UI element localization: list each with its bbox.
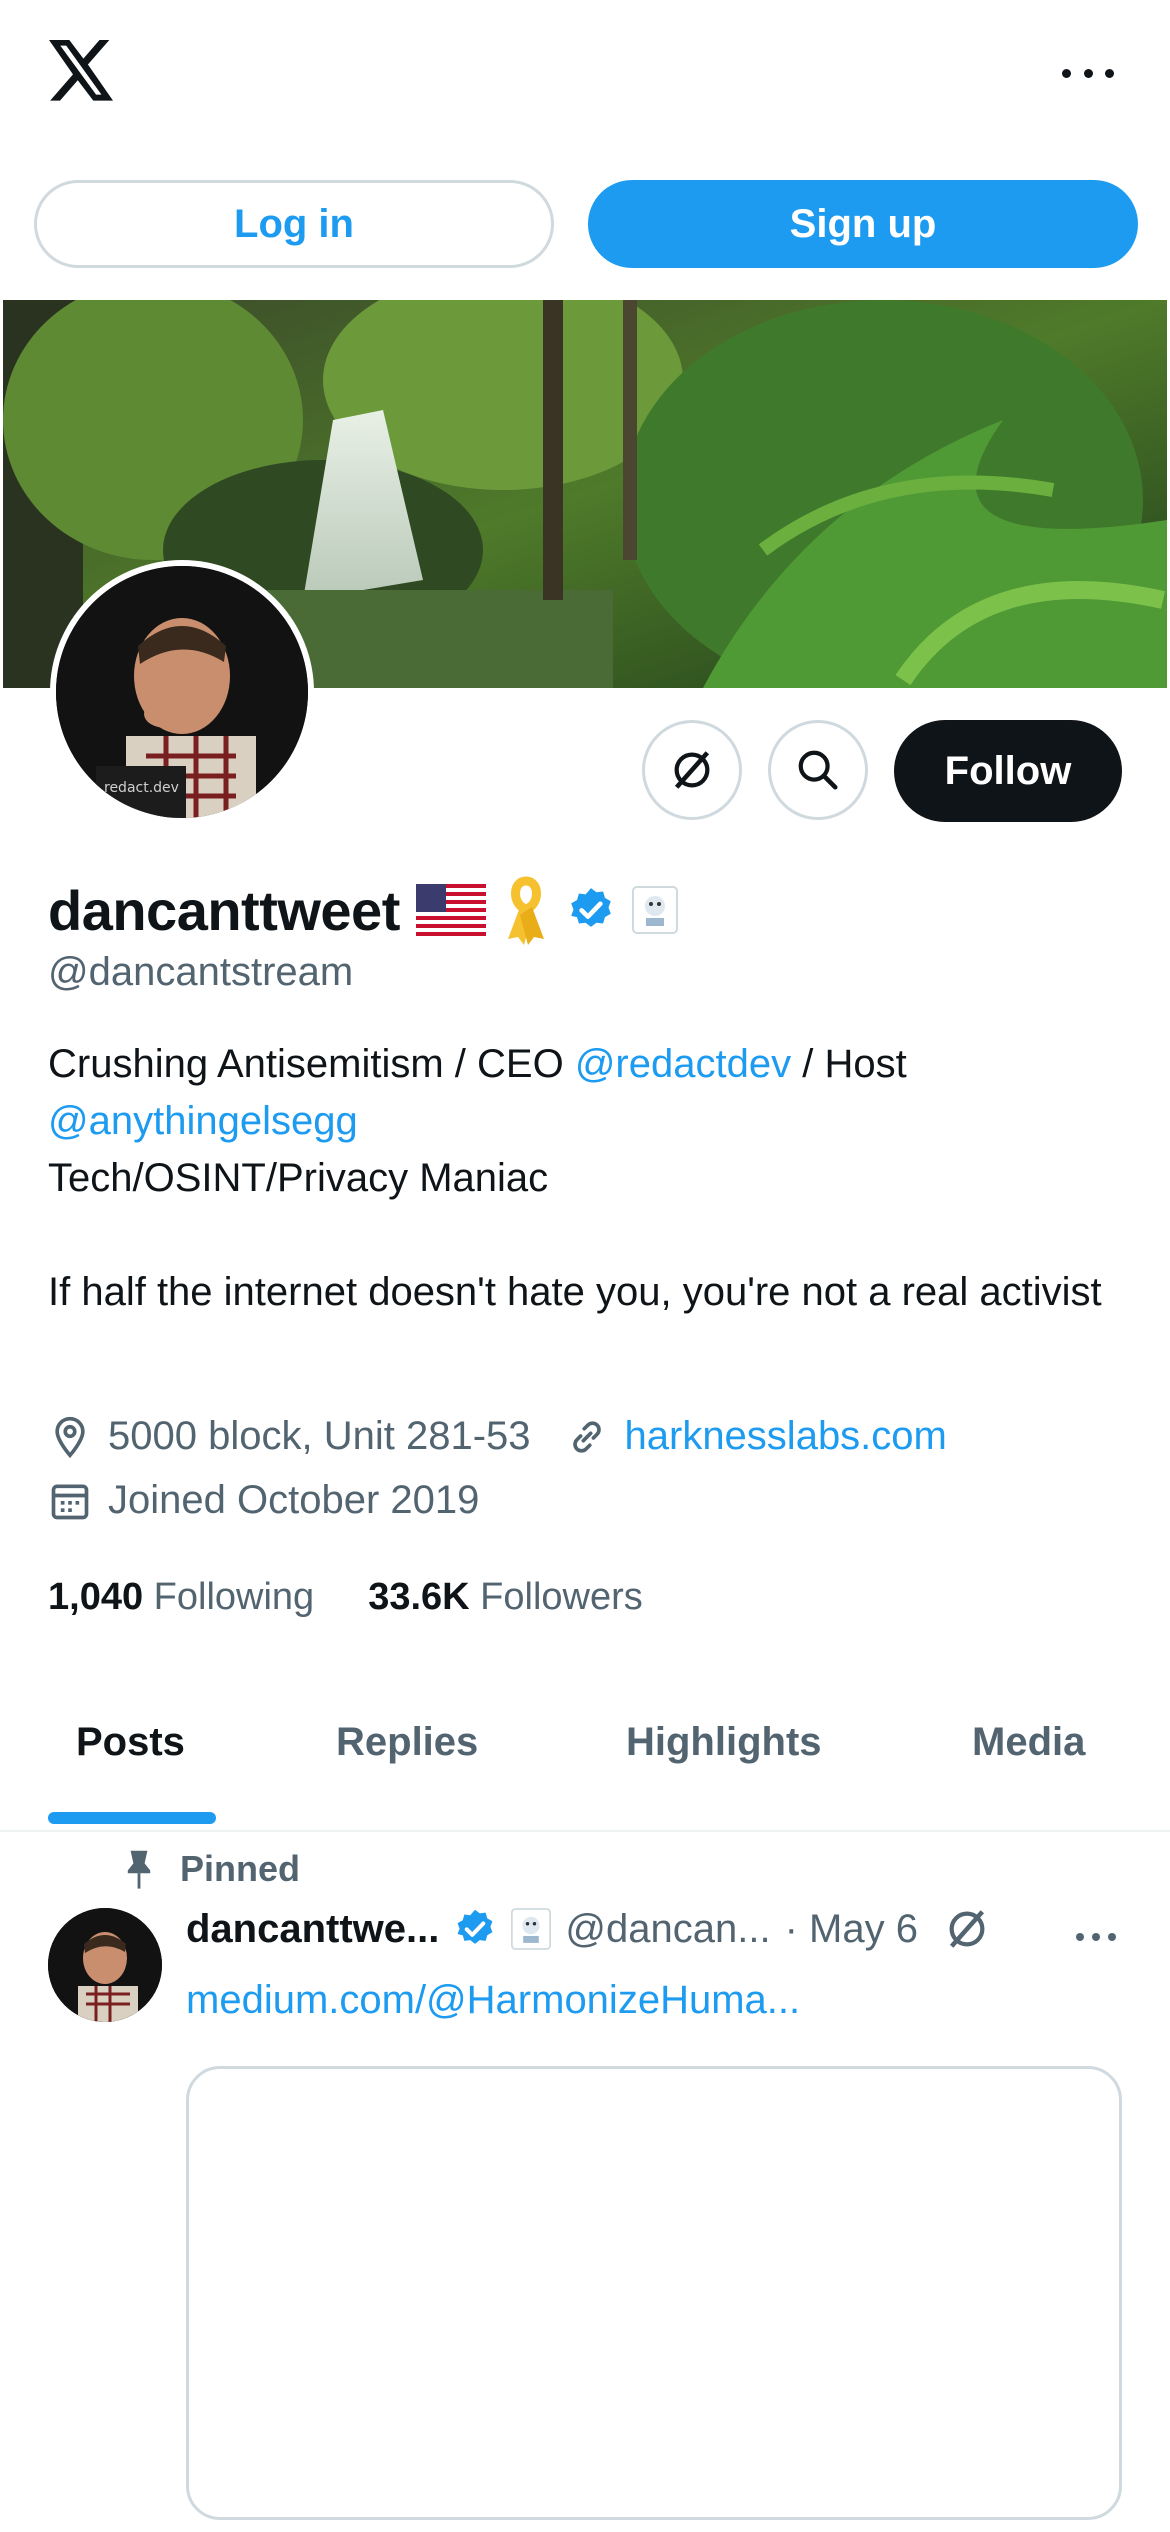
profile-tabs: Posts Replies Highlights Media xyxy=(0,1690,1170,1832)
profile-bio: Crushing Antisemitism / CEO @redactdev /… xyxy=(48,1036,1108,1321)
display-name: dancanttweet xyxy=(48,878,400,942)
pinned-indicator: Pinned xyxy=(122,1848,300,1890)
tab-replies[interactable]: Replies xyxy=(336,1720,478,1765)
following-label: Following xyxy=(153,1576,315,1618)
verified-badge-icon[interactable] xyxy=(453,1907,497,1951)
post-author-name[interactable]: dancanttwe... xyxy=(186,1907,439,1952)
profile-meta-joined: Joined October 2019 xyxy=(48,1478,479,1523)
location-text: 5000 block, Unit 281-53 xyxy=(108,1414,531,1458)
followers-link[interactable]: 33.6K Followers xyxy=(368,1576,643,1619)
joined-text: Joined October 2019 xyxy=(108,1478,480,1522)
post-avatar[interactable] xyxy=(48,1908,162,2022)
bio-text: Crushing Antisemitism / CEO xyxy=(48,1042,575,1086)
following-count: 1,040 xyxy=(48,1576,144,1618)
pinned-label: Pinned xyxy=(180,1848,301,1889)
affiliate-badge-icon[interactable] xyxy=(511,1908,552,1950)
grok-button[interactable] xyxy=(642,720,742,820)
mention-link-redactdev[interactable]: @redactdev xyxy=(575,1042,791,1086)
profile-stats: 1,040 Following 33.6K Followers xyxy=(48,1576,643,1619)
profile-avatar[interactable]: redact.dev xyxy=(50,560,314,824)
login-button[interactable]: Log in xyxy=(34,180,554,268)
grok-icon xyxy=(674,751,710,789)
post-header: dancanttwe... @dancan... · May 6 xyxy=(186,1906,990,1952)
profile-handle: @dancantstream xyxy=(48,950,354,994)
calendar-icon xyxy=(51,1484,89,1519)
link-icon xyxy=(572,1420,601,1453)
search-icon xyxy=(798,750,838,790)
tab-media[interactable]: Media xyxy=(972,1720,1085,1765)
verified-badge-icon[interactable] xyxy=(566,885,616,935)
tab-highlights[interactable]: Highlights xyxy=(626,1720,822,1765)
top-bar xyxy=(0,0,1170,160)
bio-text: / Host xyxy=(791,1042,907,1086)
yellow-ribbon-icon xyxy=(507,876,544,945)
profile-name-row: dancanttweet xyxy=(48,870,678,950)
post-more-icon[interactable] xyxy=(1076,1932,1116,1942)
more-icon[interactable] xyxy=(1062,58,1114,88)
follow-button[interactable]: Follow xyxy=(894,720,1122,822)
us-flag-icon xyxy=(415,884,486,936)
tab-posts[interactable]: Posts xyxy=(76,1720,185,1765)
bio-text: If half the internet doesn't hate you, y… xyxy=(48,1270,1102,1314)
search-button[interactable] xyxy=(768,720,868,820)
post-date[interactable]: · May 6 xyxy=(785,1907,918,1952)
pin-icon xyxy=(127,1850,151,1889)
post-author-handle[interactable]: @dancan... xyxy=(565,1907,770,1952)
following-link[interactable]: 1,040 Following xyxy=(48,1576,314,1619)
website-link[interactable]: harknesslabs.com xyxy=(625,1414,947,1459)
location-icon xyxy=(55,1416,85,1458)
affiliate-badge-icon[interactable] xyxy=(631,886,678,934)
avatar-caption: redact.dev xyxy=(104,780,179,796)
followers-label: Followers xyxy=(480,1576,643,1618)
grok-icon[interactable] xyxy=(944,1906,990,1952)
post-link-card[interactable] xyxy=(186,2066,1122,2520)
x-logo-icon[interactable] xyxy=(48,40,116,102)
bio-text: Tech/OSINT/Privacy Maniac xyxy=(48,1156,549,1200)
profile-meta-location-website: 5000 block, Unit 281-53 harknesslabs.com xyxy=(48,1414,947,1459)
mention-link-anythingelsegg[interactable]: @anythingelsegg xyxy=(48,1099,358,1143)
signup-button[interactable]: Sign up xyxy=(588,180,1138,268)
followers-count: 33.6K xyxy=(368,1576,470,1618)
post-link[interactable]: medium.com/@HarmonizeHuma... xyxy=(186,1978,800,2023)
active-tab-indicator xyxy=(48,1812,216,1824)
